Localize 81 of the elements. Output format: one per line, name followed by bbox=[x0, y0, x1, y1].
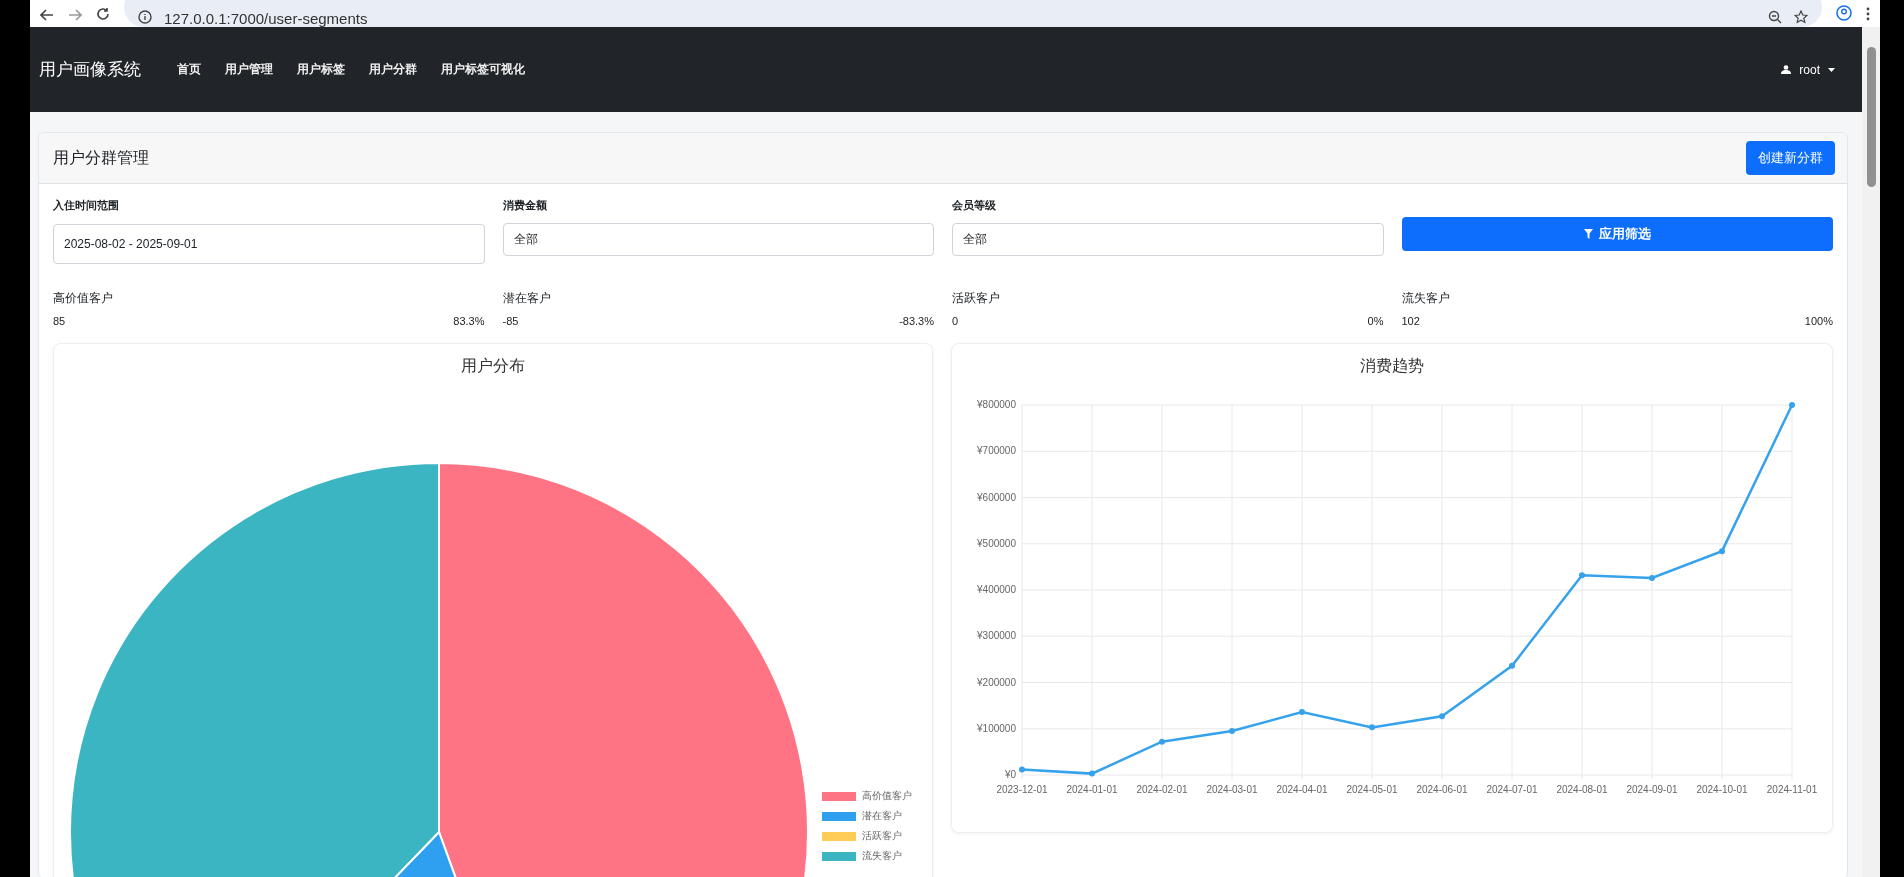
x-axis-label: 2024-09-01 bbox=[1626, 784, 1678, 795]
stat-label: 潜在客户 bbox=[502, 290, 552, 307]
x-axis-label: 2023-12-01 bbox=[996, 784, 1048, 795]
y-axis-label: ¥200000 bbox=[977, 676, 1016, 688]
stat-percent: 83.3% bbox=[453, 315, 485, 327]
filter-label: 入住时间范围 bbox=[53, 198, 120, 213]
user-icon bbox=[1781, 65, 1792, 74]
nav-link[interactable]: 用户标签 bbox=[285, 55, 357, 84]
url-text: 127.0.0.1:7000/user-segments bbox=[164, 9, 368, 27]
data-point bbox=[1719, 548, 1725, 555]
nav-link[interactable]: 用户标签可视化 bbox=[429, 55, 537, 84]
chart-title: 消费趋势 bbox=[1360, 356, 1424, 376]
x-axis-label: 2024-01-01 bbox=[1066, 784, 1118, 795]
nav-link[interactable]: 用户管理 bbox=[213, 55, 285, 84]
data-point bbox=[1649, 575, 1655, 581]
stat-percent: 100% bbox=[1804, 315, 1833, 327]
create-segment-button[interactable]: 创建新分群 bbox=[1746, 141, 1835, 175]
filter-icon bbox=[1583, 229, 1593, 239]
data-point bbox=[1579, 572, 1585, 579]
stat-label: 流失客户 bbox=[1401, 290, 1451, 307]
x-axis-label: 2024-02-01 bbox=[1136, 784, 1188, 795]
stat-value: 0 bbox=[952, 315, 959, 327]
x-axis-label: 2024-05-01 bbox=[1346, 784, 1398, 795]
back-icon[interactable] bbox=[40, 9, 54, 21]
y-axis-label: ¥600000 bbox=[977, 491, 1016, 503]
x-axis-label: 2024-11-01 bbox=[1766, 784, 1818, 795]
data-point bbox=[1229, 728, 1235, 735]
stat-percent: 0% bbox=[1367, 315, 1384, 327]
stat-label: 高价值客户 bbox=[53, 290, 114, 307]
data-point bbox=[1509, 662, 1515, 669]
y-axis-label: ¥0 bbox=[1004, 769, 1016, 780]
user-menu[interactable]: root bbox=[1781, 62, 1835, 77]
legend-label: 活跃客户 bbox=[862, 829, 902, 843]
nav-link[interactable]: 首页 bbox=[165, 55, 213, 84]
stat-value: -85 bbox=[502, 315, 519, 327]
menu-icon[interactable] bbox=[1866, 7, 1870, 21]
x-axis-label: 2024-04-01 bbox=[1276, 784, 1328, 795]
info-icon[interactable] bbox=[138, 10, 152, 24]
select-field[interactable]: 全部 bbox=[502, 223, 934, 256]
forward-icon[interactable] bbox=[68, 9, 82, 21]
data-point bbox=[1299, 709, 1305, 716]
data-point bbox=[1369, 724, 1375, 731]
nav-link[interactable]: 用户分群 bbox=[357, 55, 429, 84]
x-axis-label: 2024-07-01 bbox=[1486, 784, 1538, 795]
stat-label: 活跃客户 bbox=[952, 290, 1001, 307]
x-axis-label: 2024-06-01 bbox=[1416, 784, 1468, 795]
x-axis-label: 2024-03-01 bbox=[1206, 784, 1258, 795]
data-point bbox=[1789, 402, 1795, 408]
stat-percent: -83.3% bbox=[899, 315, 934, 327]
y-axis-label: ¥100000 bbox=[977, 722, 1016, 734]
star-icon[interactable] bbox=[1794, 10, 1808, 24]
stat-value: 85 bbox=[53, 315, 66, 327]
filter-label: 消费金额 bbox=[502, 198, 548, 213]
zoom-icon[interactable] bbox=[1768, 10, 1782, 24]
scrollbar[interactable] bbox=[1862, 27, 1880, 877]
filter-label: 会员等级 bbox=[952, 198, 997, 213]
legend-label: 流失客户 bbox=[862, 849, 902, 863]
data-point bbox=[1159, 738, 1165, 745]
apply-filter-button[interactable]: 应用筛选 bbox=[1401, 217, 1833, 251]
select-field[interactable]: 全部 bbox=[952, 223, 1384, 256]
caret-icon bbox=[1828, 67, 1835, 72]
reload-icon[interactable] bbox=[96, 7, 110, 21]
profile-icon[interactable] bbox=[1836, 5, 1852, 21]
brand-title[interactable]: 用户画像系统 bbox=[39, 58, 141, 81]
card-title: 用户分群管理 bbox=[53, 147, 149, 168]
y-axis-label: ¥800000 bbox=[977, 399, 1016, 410]
x-axis-label: 2024-10-01 bbox=[1696, 784, 1748, 795]
y-axis-label: ¥700000 bbox=[977, 445, 1016, 457]
data-point bbox=[1019, 766, 1025, 773]
y-axis-label: ¥300000 bbox=[977, 630, 1016, 642]
stat-value: 102 bbox=[1401, 315, 1420, 327]
legend-label: 潜在客户 bbox=[862, 809, 902, 823]
address-bar[interactable]: 127.0.0.1:7000/user-segments bbox=[124, 0, 1822, 27]
chart-title: 用户分布 bbox=[461, 356, 525, 376]
y-axis-label: ¥400000 bbox=[977, 584, 1016, 595]
date-range-field[interactable]: 2025-08-02 - 2025-09-01 bbox=[53, 224, 485, 264]
x-axis-label: 2024-08-01 bbox=[1556, 784, 1608, 795]
legend-label: 高价值客户 bbox=[862, 789, 912, 803]
data-point bbox=[1089, 770, 1095, 777]
data-point bbox=[1439, 713, 1445, 720]
y-axis-label: ¥500000 bbox=[977, 537, 1016, 549]
